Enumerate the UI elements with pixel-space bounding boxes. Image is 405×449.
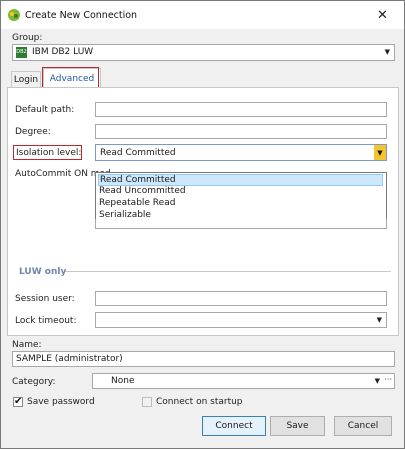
chevron-down-icon[interactable]: ▼ [374,145,386,160]
group-label: Group: [12,33,43,43]
checkmark-icon: ✔ [14,396,23,407]
app-logo-icon [8,9,20,21]
lock-timeout-select[interactable]: ▼ [95,312,387,328]
chevron-down-icon: ▼ [376,316,382,324]
default-path-input[interactable] [95,102,387,117]
save-button[interactable]: Save [270,416,325,436]
dialog-window: Create New Connection ✕ Group: DB2 IBM D… [0,0,405,449]
lock-timeout-label: Lock timeout: [15,316,77,326]
luw-only-heading: LUW only [19,267,67,277]
isolation-option-repeatable-read[interactable]: Repeatable Read [98,197,175,209]
connect-on-startup-label: Connect on startup [156,397,243,407]
chevron-down-icon: ▼ [384,48,390,56]
tab-advanced-highlight [42,67,99,88]
tab-login[interactable]: Login [11,71,41,88]
session-user-input[interactable] [95,291,387,306]
group-value: IBM DB2 LUW [32,47,94,57]
save-button-label: Save [286,421,309,431]
close-button[interactable]: ✕ [361,1,404,29]
degree-label: Degree: [15,127,51,137]
isolation-level-value: Read Committed [100,148,176,158]
isolation-option-read-uncommitted[interactable]: Read Uncommitted [98,185,186,197]
title-bar: Create New Connection ✕ [1,1,404,29]
chevron-down-icon: ▼ [374,377,380,385]
default-path-label: Default path: [15,105,75,115]
name-input[interactable]: SAMPLE (administrator) [12,351,395,367]
cancel-button[interactable]: Cancel [334,416,392,436]
connect-button[interactable]: Connect [202,416,266,436]
group-select[interactable]: DB2 IBM DB2 LUW ▼ [12,44,395,61]
category-value: None [111,376,135,386]
isolation-level-select[interactable]: Read Committed ▼ [95,144,387,161]
isolation-label-highlight [13,145,82,160]
connect-button-label: Connect [215,421,253,431]
close-icon: ✕ [377,7,388,23]
category-label: Category: [12,377,56,387]
window-title: Create New Connection [25,10,138,21]
save-password-checkbox[interactable]: ✔ [13,396,23,407]
tab-login-label: Login [13,75,39,85]
connect-on-startup-checkbox[interactable] [142,397,152,407]
more-options-icon[interactable]: ··· [384,375,392,384]
degree-input[interactable] [95,124,387,139]
name-value: SAMPLE (administrator) [16,354,123,364]
cancel-button-label: Cancel [347,421,379,431]
category-select[interactable]: None ▼ ··· [92,373,395,389]
isolation-dropdown-list: Read Committed Read Uncommitted Repeatab… [95,172,387,220]
db2-icon: DB2 [16,47,27,58]
session-user-label: Session user: [15,294,75,304]
name-label: Name: [12,340,42,350]
save-password-label: Save password [27,397,95,407]
luw-group-divider [65,271,391,272]
autocommit-input[interactable] [95,219,387,229]
